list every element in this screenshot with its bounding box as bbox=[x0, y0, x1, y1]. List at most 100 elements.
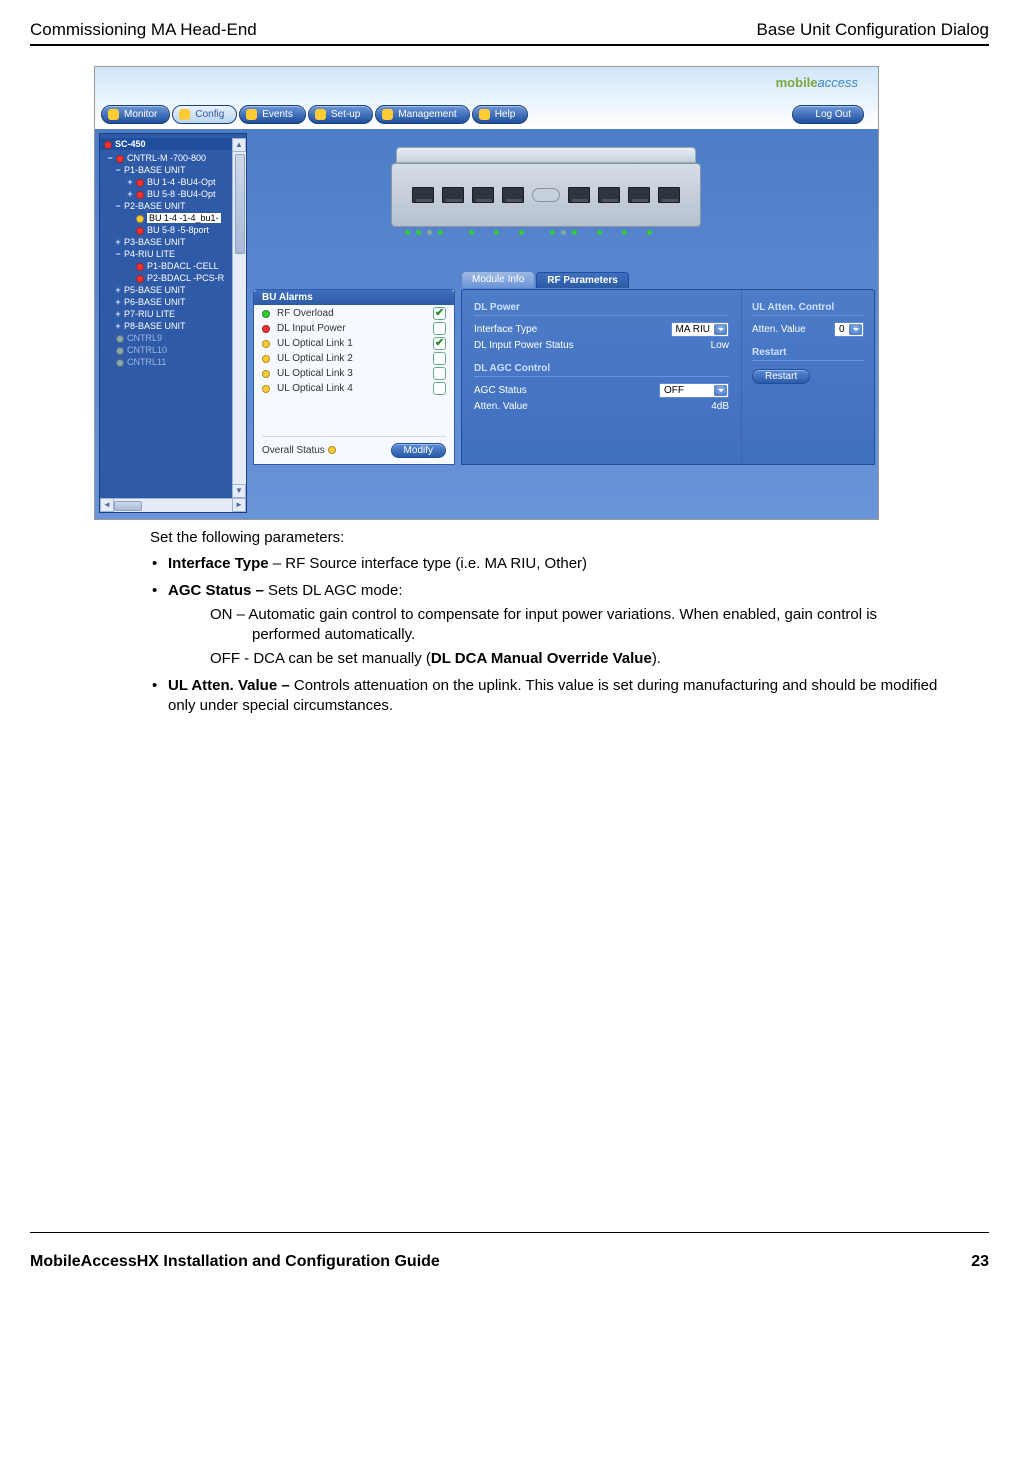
alarm-row: UL Optical Link 4 bbox=[254, 380, 454, 395]
page-header: Commissioning MA Head-End Base Unit Conf… bbox=[30, 20, 989, 40]
tree-node[interactable]: CNTRL9 bbox=[100, 332, 246, 344]
tree-node[interactable]: CNTRL10 bbox=[100, 344, 246, 356]
restart-button[interactable]: Restart bbox=[752, 369, 810, 384]
footer-rule bbox=[30, 1232, 989, 1233]
main-nav: Monitor Config Events Set-up Management … bbox=[101, 105, 530, 124]
device-tree[interactable]: SC-450 −CNTRL-M -700-800−P1-BASE UNIT+BU… bbox=[99, 133, 247, 513]
nav-help[interactable]: Help bbox=[472, 105, 529, 124]
alarm-checkbox[interactable] bbox=[433, 337, 446, 350]
tree-node[interactable]: +BU 5-8 -BU4-Opt bbox=[100, 188, 246, 200]
tree-node[interactable]: +P6-BASE UNIT bbox=[100, 296, 246, 308]
ul-atten-select[interactable]: 0 bbox=[834, 322, 864, 337]
help-icon bbox=[479, 109, 490, 120]
bullet-agc-status: AGC Status – Sets DL AGC mode: ON – Auto… bbox=[150, 581, 949, 670]
bu-alarms-panel: BU Alarms RF OverloadDL Input PowerUL Op… bbox=[253, 289, 455, 465]
tree-node[interactable]: −CNTRL-M -700-800 bbox=[100, 152, 246, 164]
tree-vscroll-thumb[interactable] bbox=[235, 154, 245, 254]
alarm-label: UL Optical Link 1 bbox=[277, 338, 353, 349]
tab-rf-parameters[interactable]: RF Parameters bbox=[536, 272, 629, 288]
tree-node[interactable]: P1-BDACL -CELL bbox=[100, 260, 246, 272]
tree-root[interactable]: SC-450 bbox=[100, 138, 246, 150]
tree-node[interactable]: −P4-RIU LITE bbox=[100, 248, 246, 260]
header-left: Commissioning MA Head-End bbox=[30, 20, 257, 40]
restart-heading: Restart bbox=[752, 347, 864, 361]
tree-hscrollbar[interactable]: ◄ ► bbox=[100, 498, 246, 512]
alarm-row: UL Optical Link 2 bbox=[254, 350, 454, 365]
device-port bbox=[568, 187, 590, 203]
tree-node[interactable]: −P2-BASE UNIT bbox=[100, 200, 246, 212]
alarm-row: UL Optical Link 3 bbox=[254, 365, 454, 380]
intro-text: Set the following parameters: bbox=[150, 528, 949, 548]
alarm-row: DL Input Power bbox=[254, 320, 454, 335]
dl-atten-value: 4dB bbox=[711, 401, 729, 412]
footer-title: MobileAccessHX Installation and Configur… bbox=[30, 1253, 440, 1271]
status-dot-icon bbox=[262, 340, 270, 348]
interface-type-label: Interface Type bbox=[474, 324, 537, 335]
body-text: Set the following parameters: Interface … bbox=[150, 528, 949, 716]
tree-node[interactable]: −P1-BASE UNIT bbox=[100, 164, 246, 176]
tree-node[interactable]: P2-BDACL -PCS-R bbox=[100, 272, 246, 284]
tree-hscroll-thumb[interactable] bbox=[114, 501, 142, 511]
device-center-port bbox=[532, 188, 560, 202]
tree-scroll-right[interactable]: ► bbox=[232, 498, 246, 512]
tab-module-info[interactable]: Module Info bbox=[462, 272, 534, 288]
config-icon bbox=[179, 109, 190, 120]
agc-off-text: OFF - DCA can be set manually (DL DCA Ma… bbox=[210, 649, 949, 669]
device-port bbox=[412, 187, 434, 203]
tree-node[interactable]: +P3-BASE UNIT bbox=[100, 236, 246, 248]
tree-node[interactable]: +P8-BASE UNIT bbox=[100, 320, 246, 332]
alarm-checkbox[interactable] bbox=[433, 307, 446, 320]
interface-type-select[interactable]: MA RIU bbox=[671, 322, 729, 337]
overall-status: Overall Status bbox=[262, 445, 339, 456]
modify-button[interactable]: Modify bbox=[391, 443, 446, 458]
logout-button[interactable]: Log Out bbox=[792, 105, 864, 124]
page-footer: MobileAccessHX Installation and Configur… bbox=[30, 1253, 989, 1271]
tree-scroll-down[interactable]: ▼ bbox=[232, 484, 246, 498]
tree-node[interactable]: BU 5-8 -5-8port bbox=[100, 224, 246, 236]
tree-node[interactable]: +P7-RIU LITE bbox=[100, 308, 246, 320]
bullet-ul-atten: UL Atten. Value – Controls attenuation o… bbox=[150, 676, 949, 717]
alarm-checkbox[interactable] bbox=[433, 322, 446, 335]
overall-status-icon bbox=[328, 446, 336, 454]
device-leds bbox=[405, 230, 701, 235]
nav-management[interactable]: Management bbox=[375, 105, 469, 124]
main-area: SC-450 −CNTRL-M -700-800−P1-BASE UNIT+BU… bbox=[95, 129, 878, 519]
nav-setup[interactable]: Set-up bbox=[308, 105, 373, 124]
header-right: Base Unit Configuration Dialog bbox=[757, 20, 989, 40]
bullet-interface-type: Interface Type – RF Source interface typ… bbox=[150, 554, 949, 574]
tree-node[interactable]: BU 1-4 -1-4_bu1- bbox=[100, 212, 246, 224]
dl-agc-heading: DL AGC Control bbox=[474, 363, 729, 377]
brand-logo: mobileaccess bbox=[776, 75, 858, 90]
nav-monitor[interactable]: Monitor bbox=[101, 105, 170, 124]
tree-scroll-up[interactable]: ▲ bbox=[232, 138, 246, 152]
status-dot-icon bbox=[262, 385, 270, 393]
device-graphic bbox=[391, 147, 701, 241]
page-number: 23 bbox=[971, 1253, 989, 1271]
nav-events[interactable]: Events bbox=[239, 105, 306, 124]
alarm-checkbox[interactable] bbox=[433, 382, 446, 395]
rf-parameters-panel: Module Info RF Parameters DL Power Inter… bbox=[461, 289, 875, 465]
alarm-checkbox[interactable] bbox=[433, 367, 446, 380]
alarm-row: UL Optical Link 1 bbox=[254, 335, 454, 350]
nav-config[interactable]: Config bbox=[172, 105, 237, 124]
agc-status-label: AGC Status bbox=[474, 385, 527, 396]
ul-atten-heading: UL Atten. Control bbox=[752, 302, 864, 316]
dl-input-power-label: DL Input Power Status bbox=[474, 340, 574, 351]
ul-atten-label: Atten. Value bbox=[752, 324, 806, 335]
setup-icon bbox=[315, 109, 326, 120]
alarm-label: RF Overload bbox=[277, 308, 334, 319]
tree-scroll-left[interactable]: ◄ bbox=[100, 498, 114, 512]
alarm-label: DL Input Power bbox=[277, 323, 346, 334]
alarm-checkbox[interactable] bbox=[433, 352, 446, 365]
device-port bbox=[442, 187, 464, 203]
tree-node[interactable]: +BU 1-4 -BU4-Opt bbox=[100, 176, 246, 188]
device-port bbox=[628, 187, 650, 203]
tree-node[interactable]: CNTRL11 bbox=[100, 356, 246, 368]
status-dot-icon bbox=[262, 310, 270, 318]
device-port bbox=[502, 187, 524, 203]
tree-node[interactable]: +P5-BASE UNIT bbox=[100, 284, 246, 296]
alarm-label: UL Optical Link 4 bbox=[277, 383, 353, 394]
dl-power-heading: DL Power bbox=[474, 302, 729, 316]
tree-vscrollbar[interactable] bbox=[232, 152, 246, 498]
dl-input-power-value: Low bbox=[711, 340, 729, 351]
